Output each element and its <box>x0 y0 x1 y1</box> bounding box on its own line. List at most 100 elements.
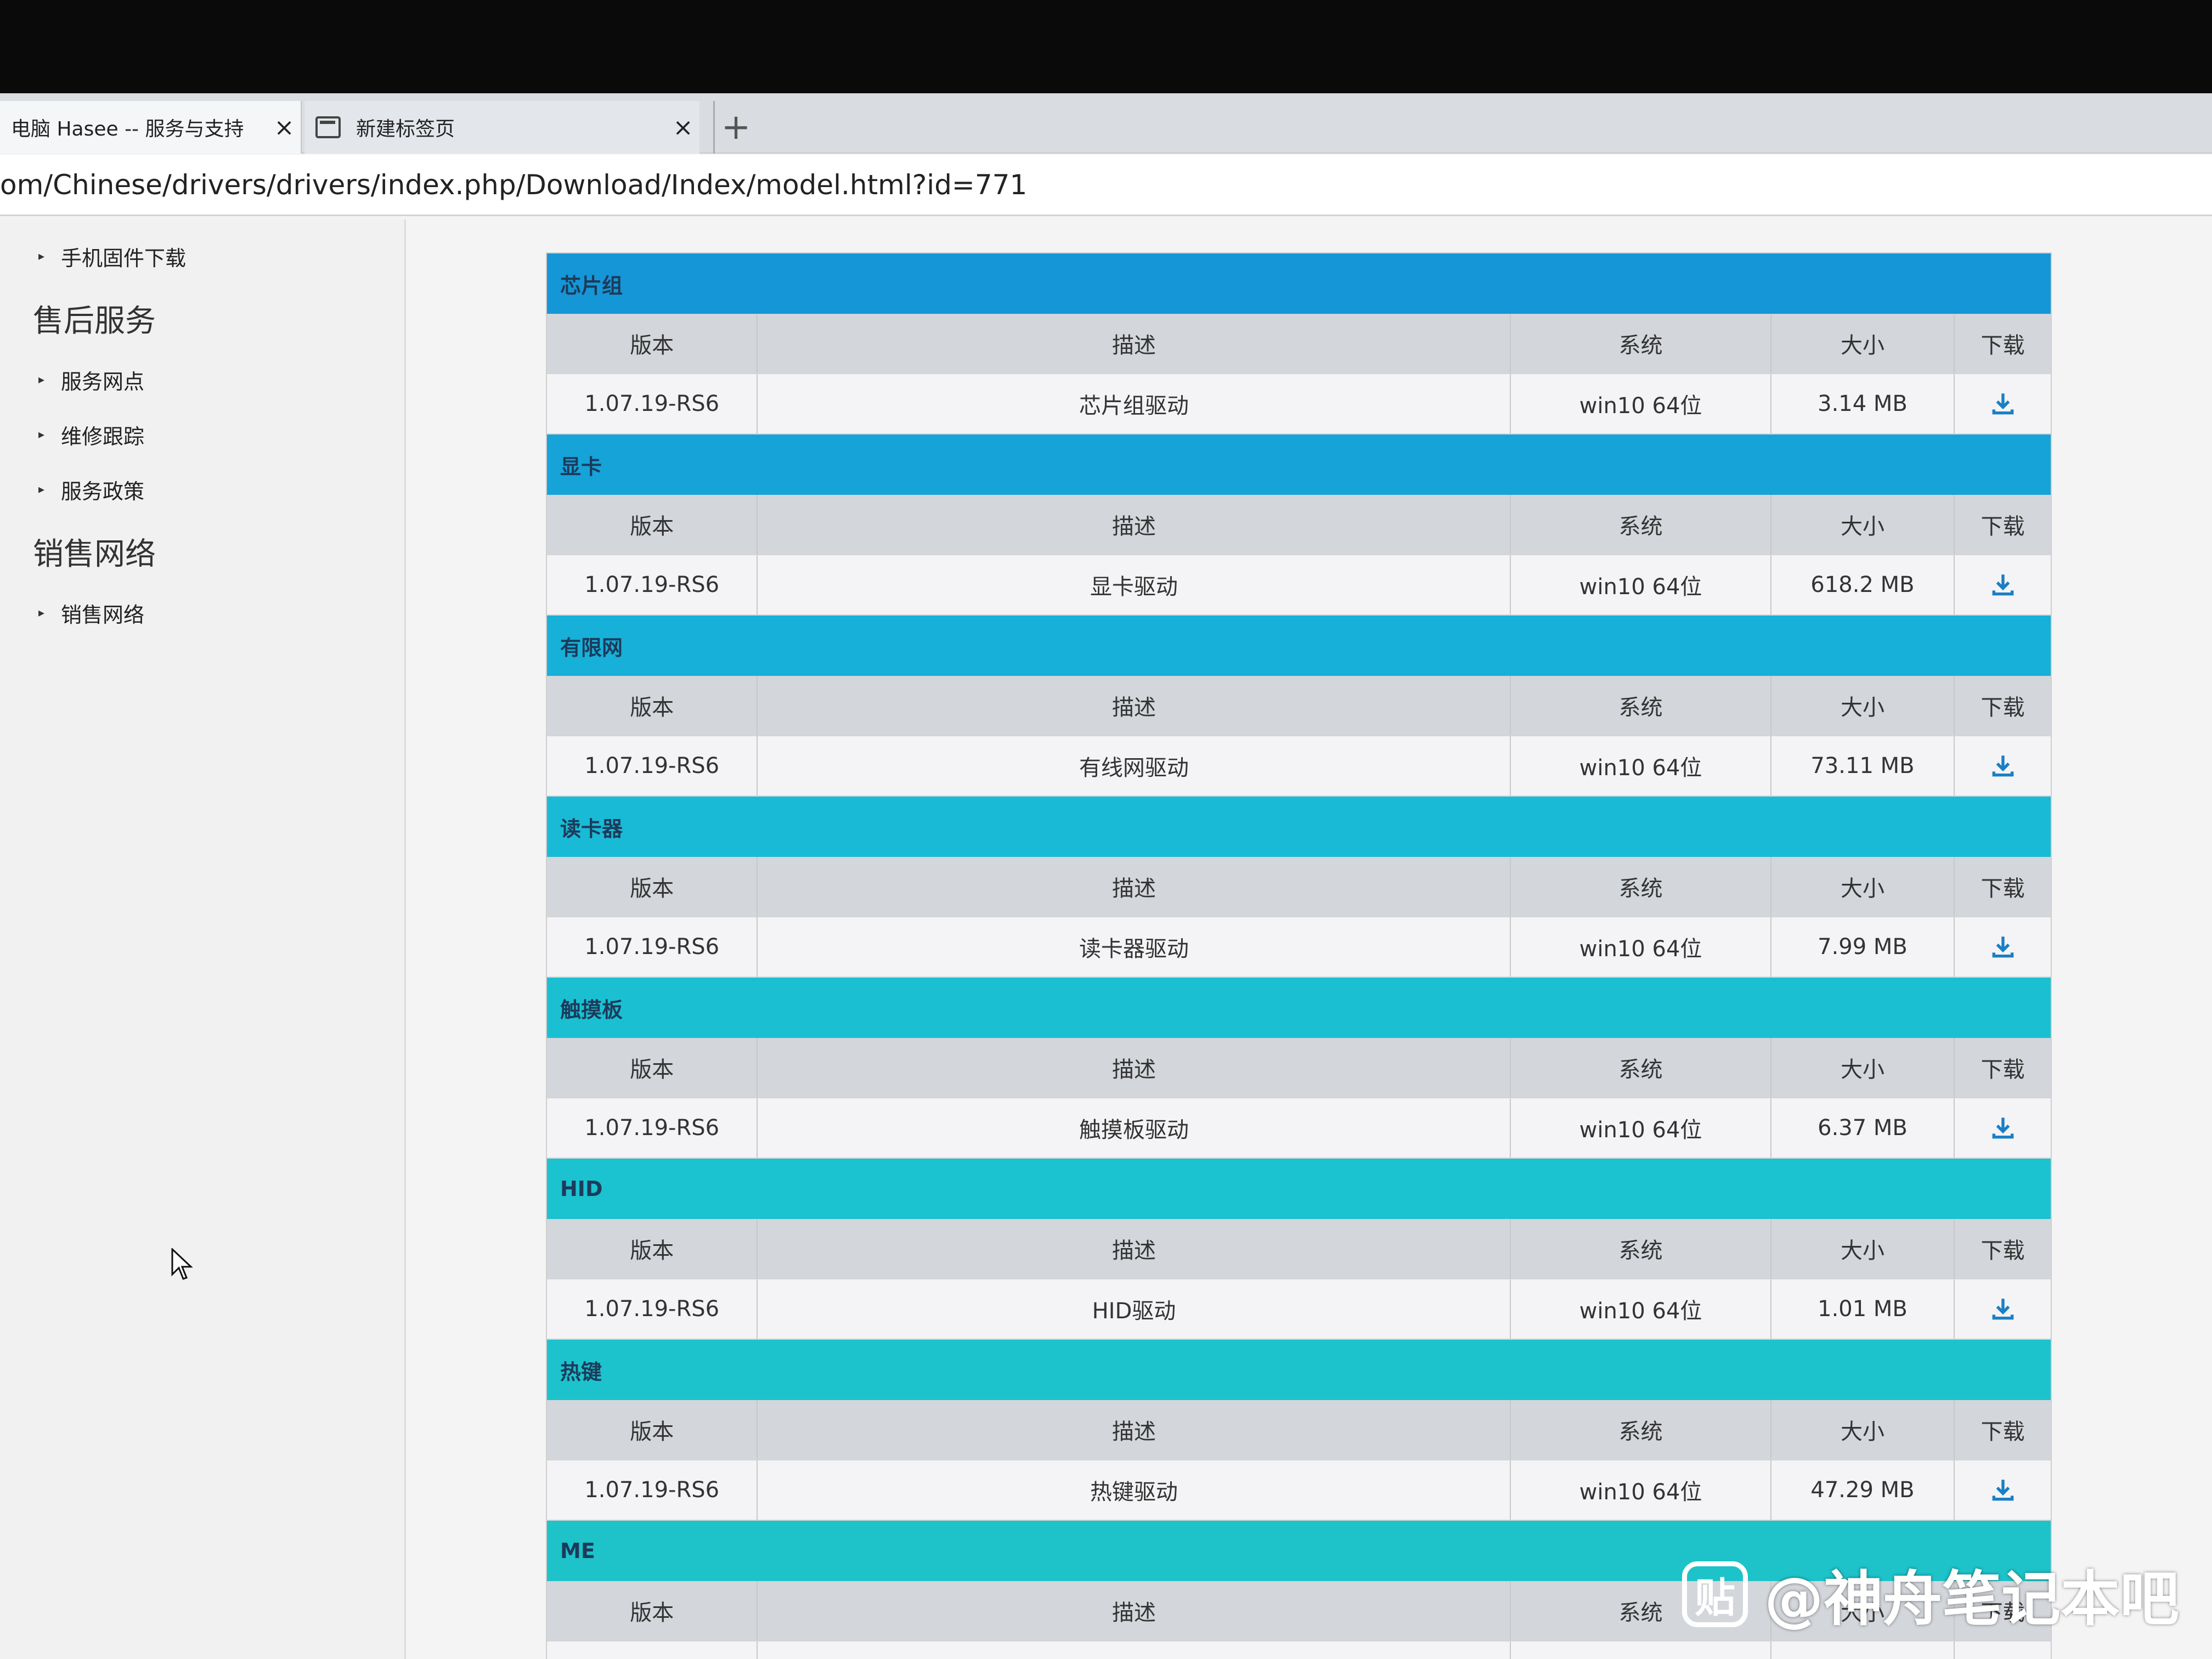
table-row: 1.07.19-RS6 读卡器驱动 win10 64位 7.99 MB <box>547 917 2051 978</box>
download-button[interactable] <box>1955 374 2051 433</box>
column-header-description: 描述 <box>758 676 1511 735</box>
tab-close-icon[interactable]: × <box>667 114 699 142</box>
column-header-size: 大小 <box>1771 1038 1955 1097</box>
sidebar-item-repair-tracking[interactable]: ▸ 维修跟踪 <box>38 420 144 450</box>
column-header-version: 版本 <box>547 1581 758 1640</box>
driver-section: 读卡器 版本 描述 系统 大小 下载 1.07.19-RS6 读卡器驱动 win10 64位 7.… <box>547 797 2051 978</box>
table-row: 1.07.19-RS6 芯片组驱动 win10 64位 3.14 MB <box>547 374 2051 435</box>
sidebar-item-service-policy[interactable]: ▸ 服务政策 <box>38 475 144 505</box>
download-button[interactable] <box>1955 1279 2051 1339</box>
cell-version: 1.07.19-RS6 <box>547 1460 758 1520</box>
download-button[interactable] <box>1955 917 2051 977</box>
table-row: 1.07.19-RS6 触摸板驱动 win10 64位 6.37 MB <box>547 1098 2051 1159</box>
download-icon <box>1992 936 2014 958</box>
cell-version: 1.07.19-RS6 <box>547 374 758 433</box>
cell-size: 7.99 MB <box>1771 917 1955 977</box>
cell-os: win10 64位 <box>1511 1279 1771 1339</box>
cell-version: 1.07.19-RS6 <box>547 917 758 977</box>
column-header-version: 版本 <box>547 1038 758 1097</box>
download-button[interactable] <box>1955 736 2051 795</box>
cell-os: win10 64位 <box>1511 736 1771 795</box>
cell-size: 3.14 MB <box>1771 374 1955 433</box>
section-title: 热键 <box>547 1340 2051 1400</box>
column-header-os: 系统 <box>1511 857 1771 916</box>
tab-close-icon[interactable]: × <box>268 114 301 142</box>
table-row: 1.07.19-RS6ME驱动win10 64位120.41 MB <box>547 1641 2051 1659</box>
cell-description: HID驱动 <box>758 1279 1511 1339</box>
section-title: 有限网 <box>547 616 2051 676</box>
tab-title: 新建标签页 <box>356 118 455 140</box>
download-icon <box>1992 393 2014 415</box>
column-header-size: 大小 <box>1771 1400 1955 1459</box>
sidebar-item-label: 服务网点 <box>61 370 145 394</box>
download-button[interactable] <box>1955 1460 2051 1520</box>
cell-description: 显卡驱动 <box>758 555 1511 614</box>
section-title: HID <box>547 1159 2051 1219</box>
cell-size: 120.41 MB <box>1771 1641 1955 1659</box>
section-title: 读卡器 <box>547 797 2051 857</box>
sidebar-item-sales-network[interactable]: ▸ 销售网络 <box>38 598 144 628</box>
cell-version: 1.07.19-RS6 <box>547 1279 758 1339</box>
download-button[interactable] <box>1955 555 2051 614</box>
column-header-description: 描述 <box>758 1400 1511 1459</box>
cell-os: win10 64位 <box>1511 917 1771 977</box>
download-icon <box>1992 755 2014 777</box>
sidebar-item-label: 销售网络 <box>61 603 145 627</box>
tab-hasee-support[interactable]: 电脑 Hasee -- 服务与支持 × <box>0 101 302 154</box>
driver-section: 有限网 版本 描述 系统 大小 下载 1.07.19-RS6 有线网驱动 win10 64位 73… <box>547 616 2051 797</box>
column-header-version: 版本 <box>547 1400 758 1459</box>
table-header-row: 版本 描述 系统 大小 下载 <box>547 1038 2051 1098</box>
column-header-os: 系统 <box>1511 1219 1771 1278</box>
tab-new-tab[interactable]: 新建标签页 × <box>304 101 699 154</box>
triangle-right-icon: ▸ <box>38 373 45 387</box>
section-title: 触摸板 <box>547 978 2051 1038</box>
browser-window: 电脑 Hasee -- 服务与支持 × 新建标签页 × + om/Chinese… <box>0 93 2212 1659</box>
driver-section: 芯片组 版本 描述 系统 大小 下载 1.07.19-RS6 芯片组驱动 win10 64位 3.… <box>547 253 2051 435</box>
column-header-os: 系统 <box>1511 314 1771 373</box>
column-header-download: 下载 <box>1980 333 2025 358</box>
column-header-version: 版本 <box>547 314 758 373</box>
sidebar: ▸ 手机固件下载 售后服务 ▸ 服务网点 ▸ 维修跟踪 ▸ 服务政策 销售网络 … <box>0 219 406 1659</box>
cell-os: win10 64位 <box>1511 374 1771 433</box>
column-header-download: 下载 <box>1980 514 2025 539</box>
cell-os: win10 64位 <box>1511 1641 1771 1659</box>
column-header-size: 大小 <box>1771 495 1955 554</box>
download-icon <box>1992 1118 2014 1139</box>
cell-version: 1.07.19-RS6 <box>547 736 758 795</box>
table-header-row: 版本 描述 系统 大小 下载 <box>547 314 2051 374</box>
cell-size: 618.2 MB <box>1771 555 1955 614</box>
cell-description: 触摸板驱动 <box>758 1098 1511 1158</box>
download-button[interactable] <box>1955 1641 2051 1659</box>
column-header-version: 版本 <box>547 676 758 735</box>
new-tab-button[interactable]: + <box>713 101 757 154</box>
column-header-os: 系统 <box>1511 1038 1771 1097</box>
table-row: 1.07.19-RS6 HID驱动 win10 64位 1.01 MB <box>547 1279 2051 1340</box>
table-header-row: 版本 描述 系统 大小 下载 <box>547 676 2051 736</box>
triangle-right-icon: ▸ <box>38 428 45 442</box>
sidebar-item-firmware[interactable]: ▸ 手机固件下载 <box>38 241 186 272</box>
watermark: 贴 @神舟笔记本吧 <box>1681 1551 2179 1637</box>
table-header-row: 版本 描述 系统 大小 下载 <box>547 857 2051 917</box>
cell-size: 47.29 MB <box>1771 1460 1955 1520</box>
cell-os: win10 64位 <box>1511 1460 1771 1520</box>
cell-version: 1.07.19-RS6 <box>547 1641 758 1659</box>
cell-size: 6.37 MB <box>1771 1098 1955 1158</box>
cell-version: 1.07.19-RS6 <box>547 555 758 614</box>
download-button[interactable] <box>1955 1098 2051 1158</box>
tab-title: 电脑 Hasee -- 服务与支持 <box>11 118 244 140</box>
column-header-os: 系统 <box>1511 1400 1771 1459</box>
column-header-description: 描述 <box>758 857 1511 916</box>
cell-version: 1.07.19-RS6 <box>547 1098 758 1158</box>
sidebar-item-label: 手机固件下载 <box>61 246 187 270</box>
column-header-size: 大小 <box>1771 857 1955 916</box>
cell-description: 芯片组驱动 <box>758 374 1511 433</box>
address-bar[interactable]: om/Chinese/drivers/drivers/index.php/Dow… <box>0 155 2212 216</box>
driver-section: 热键 版本 描述 系统 大小 下载 1.07.19-RS6 热键驱动 win10 64位 47.2… <box>547 1340 2051 1521</box>
table-row: 1.07.19-RS6 有线网驱动 win10 64位 73.11 MB <box>547 736 2051 797</box>
column-header-download: 下载 <box>1980 695 2025 720</box>
table-row: 1.07.19-RS6 热键驱动 win10 64位 47.29 MB <box>547 1460 2051 1521</box>
triangle-right-icon: ▸ <box>38 483 45 496</box>
cell-os: win10 64位 <box>1511 1098 1771 1158</box>
column-header-version: 版本 <box>547 495 758 554</box>
sidebar-item-service-points[interactable]: ▸ 服务网点 <box>38 365 144 395</box>
